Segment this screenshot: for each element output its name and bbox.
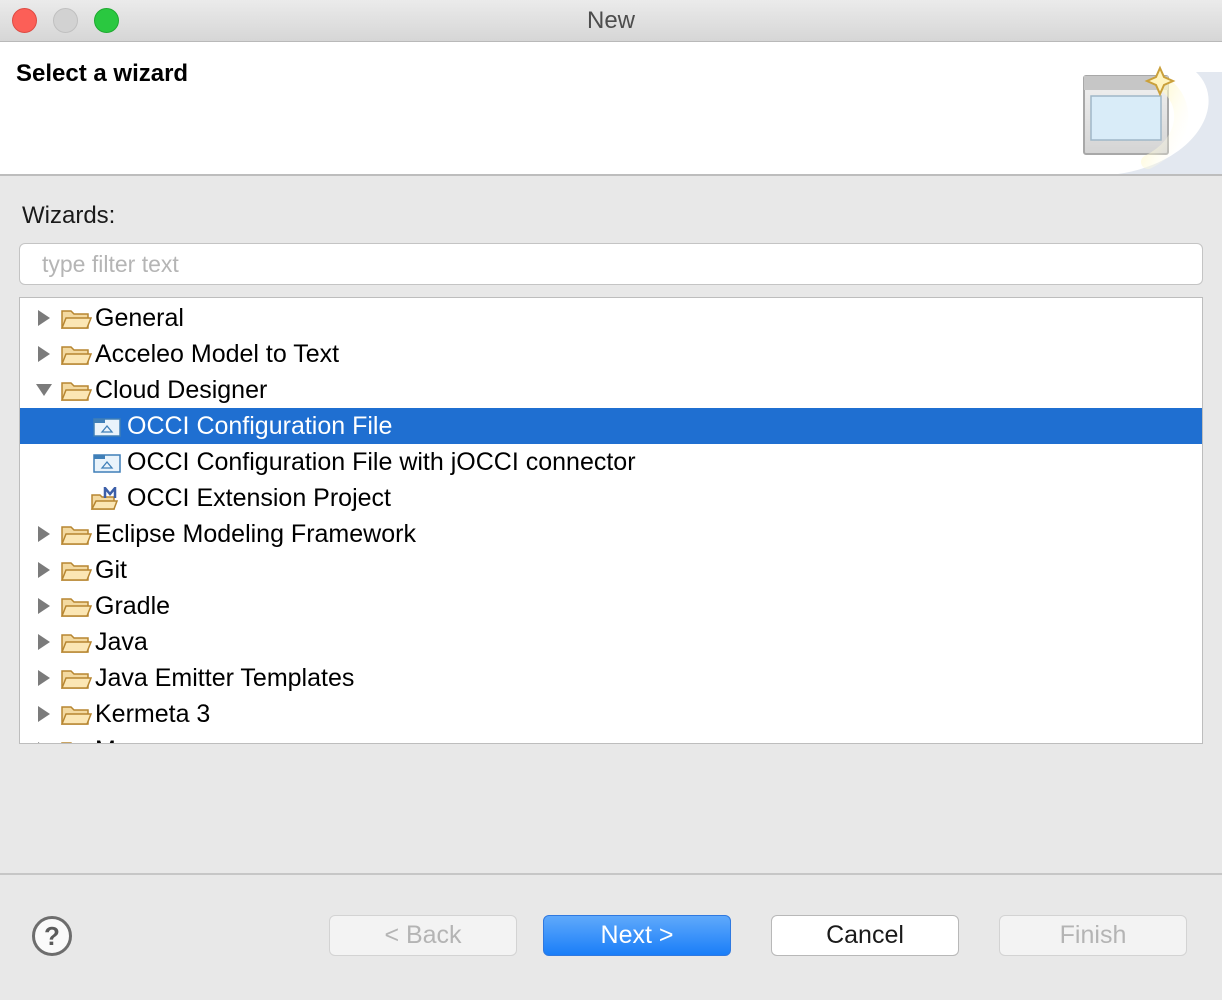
- tree-item-gradle[interactable]: Gradle: [20, 588, 1202, 624]
- folder-icon: [61, 742, 73, 743]
- tree-item-label: Git: [95, 556, 127, 584]
- folder-icon: [60, 598, 92, 617]
- new-wizard-banner-icon: [1083, 65, 1222, 174]
- title-bar: New: [0, 0, 1222, 42]
- filter-input[interactable]: [19, 243, 1203, 285]
- expand-arrow-icon[interactable]: [35, 597, 53, 615]
- expand-arrow-icon[interactable]: [35, 345, 53, 363]
- folder-icon: [60, 346, 92, 365]
- tree-item-label: OCCI Configuration File with jOCCI conne…: [127, 448, 636, 476]
- collapse-arrow-icon[interactable]: [35, 381, 53, 399]
- tree-item-kermeta-3[interactable]: Kermeta 3: [20, 696, 1202, 732]
- folder-icon: [60, 526, 92, 545]
- tree-item-java-emitter-templates[interactable]: Java Emitter Templates: [20, 660, 1202, 696]
- tree-item-java[interactable]: Java: [20, 624, 1202, 660]
- tree-item-occi-configuration-file[interactable]: OCCI Configuration File: [20, 408, 1202, 444]
- expand-arrow-icon[interactable]: [35, 561, 53, 579]
- tree-item-label: Kermeta 3: [95, 700, 211, 728]
- expand-arrow-icon[interactable]: [35, 705, 53, 723]
- expand-arrow-icon[interactable]: [35, 633, 53, 651]
- tree-item-label: Acceleo Model to Text: [95, 340, 340, 368]
- folder-icon: [60, 562, 92, 581]
- header-divider: [0, 174, 1222, 176]
- expand-arrow-icon[interactable]: [35, 525, 53, 543]
- tree-item-label: Eclipse Modeling Framework: [95, 520, 416, 548]
- window-title: New: [586, 7, 635, 34]
- tree-item-eclipse-modeling-framework[interactable]: Eclipse Modeling Framework: [20, 516, 1202, 552]
- tree-item-label: OCCI Extension Project: [127, 484, 391, 512]
- folder-icon: [60, 670, 92, 689]
- next-button[interactable]: Next >: [543, 915, 731, 956]
- tree-item-label: Java: [95, 628, 148, 656]
- tree-item-label: OCCI Configuration File: [127, 412, 393, 440]
- expand-arrow-icon[interactable]: [35, 741, 53, 744]
- expand-arrow-icon[interactable]: [35, 669, 53, 687]
- folder-icon: [60, 706, 92, 725]
- tree-item-label: General: [95, 304, 184, 332]
- config-file-icon: [93, 454, 121, 473]
- open-folder-icon: [60, 382, 92, 401]
- tree-item-label: Gradle: [95, 592, 171, 620]
- folder-icon: [60, 634, 92, 653]
- finish-button[interactable]: Finish: [999, 915, 1187, 956]
- tree-item-acceleo-model-to-text[interactable]: Acceleo Model to Text: [20, 336, 1202, 372]
- expand-arrow-icon[interactable]: [35, 309, 53, 327]
- folder-icon: [60, 310, 92, 329]
- tree-item-cloud-designer[interactable]: Cloud Designer: [20, 372, 1202, 408]
- button-bar-divider: [0, 873, 1222, 875]
- tree-item-label: Java Emitter Templates: [95, 664, 355, 692]
- extension-project-icon: [90, 487, 119, 510]
- page-title: Select a wizard: [16, 60, 189, 87]
- svg-text:?: ?: [44, 921, 60, 951]
- tree-item-label: Cloud Designer: [95, 376, 268, 404]
- tree-item-label: M...: [95, 736, 137, 743]
- wizards-label: Wizards:: [22, 202, 116, 229]
- wizard-header: Select a wizard: [0, 42, 1222, 174]
- cancel-button[interactable]: Cancel: [771, 915, 959, 956]
- help-icon[interactable]: ?: [31, 915, 73, 957]
- tree-item-occi-configuration-file-jocci[interactable]: OCCI Configuration File with jOCCI conne…: [20, 444, 1202, 480]
- tree-item-git[interactable]: Git: [20, 552, 1202, 588]
- back-button[interactable]: < Back: [329, 915, 517, 956]
- config-file-icon: [93, 418, 121, 437]
- wizard-tree[interactable]: General Acceleo Model to Text Cloud Desi…: [19, 297, 1203, 744]
- tree-item-occi-extension-project[interactable]: OCCI Extension Project: [20, 480, 1202, 516]
- tree-item-partial[interactable]: M...: [20, 732, 1202, 744]
- tree-item-general[interactable]: General: [20, 300, 1202, 336]
